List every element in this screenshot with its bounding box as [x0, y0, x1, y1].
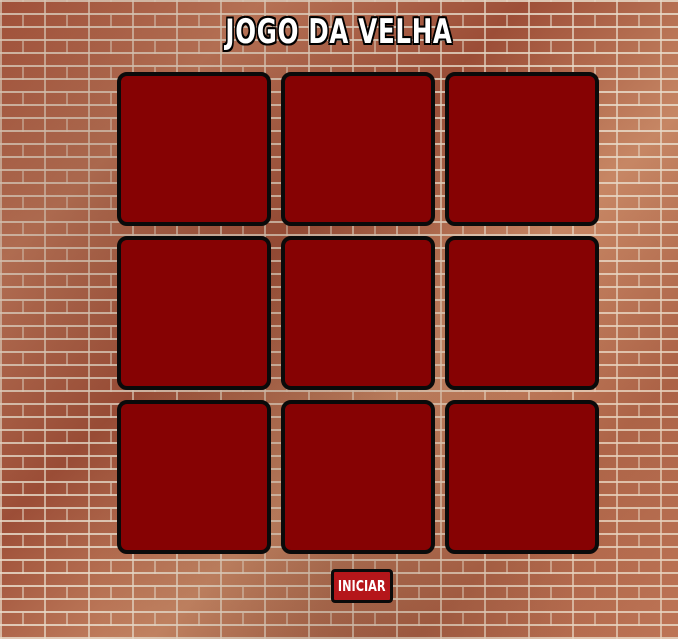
start-button[interactable]: INICIAR	[331, 569, 393, 603]
board-cell-2[interactable]	[281, 72, 435, 226]
board-cell-4[interactable]	[117, 236, 271, 390]
board-cell-6[interactable]	[445, 236, 599, 390]
board-cell-8[interactable]	[281, 400, 435, 554]
board-cell-7[interactable]	[117, 400, 271, 554]
board-cell-3[interactable]	[445, 72, 599, 226]
start-button-label: INICIAR	[338, 577, 386, 595]
board-cell-5[interactable]	[281, 236, 435, 390]
board-cell-9[interactable]	[445, 400, 599, 554]
game-title: JOGO DA VELHA	[225, 12, 453, 52]
tic-tac-toe-board	[117, 72, 608, 563]
board-cell-1[interactable]	[117, 72, 271, 226]
